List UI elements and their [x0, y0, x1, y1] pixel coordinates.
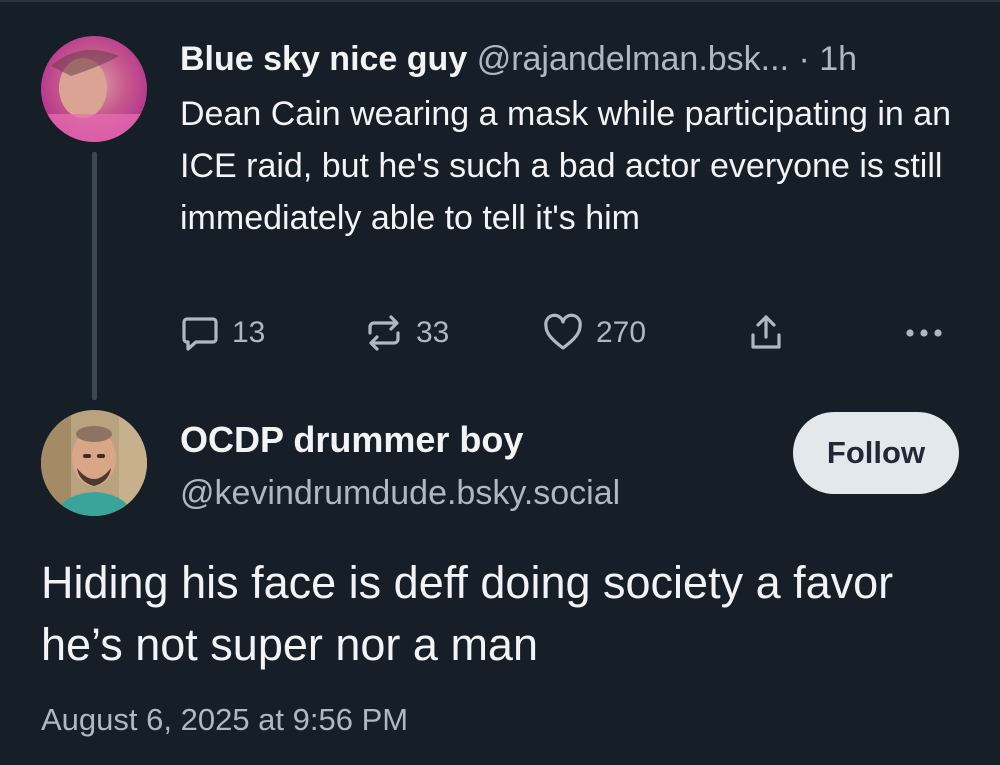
- repost-button[interactable]: 33: [364, 308, 449, 358]
- share-icon: [746, 313, 786, 353]
- parent-post-time[interactable]: 1h: [819, 40, 857, 78]
- parent-post-actions: 13 33 270: [180, 308, 960, 358]
- more-dots-icon: [902, 313, 946, 353]
- reply-post-timestamp: August 6, 2025 at 9:56 PM: [41, 702, 409, 737]
- heart-icon: [542, 313, 584, 353]
- reply-count: 13: [232, 316, 266, 349]
- thread-connector-line: [92, 152, 97, 400]
- repost-icon: [364, 313, 404, 353]
- share-button[interactable]: [746, 308, 786, 358]
- top-divider: [0, 0, 1000, 2]
- follow-button[interactable]: Follow: [793, 412, 959, 494]
- like-count: 270: [596, 316, 647, 349]
- parent-post-header: Blue sky nice guy @rajandelman.bsk... · …: [180, 36, 857, 82]
- reply-button[interactable]: 13: [180, 308, 265, 358]
- parent-author-handle[interactable]: @rajandelman.bsk...: [477, 40, 789, 78]
- reply-author-handle[interactable]: @kevindrumdude.bsky.social: [180, 470, 620, 516]
- like-button[interactable]: 270: [542, 308, 646, 358]
- reply-author-avatar[interactable]: [41, 410, 147, 516]
- parent-author-avatar[interactable]: [41, 36, 147, 142]
- repost-count: 33: [416, 316, 450, 349]
- header-separator: ·: [798, 40, 810, 78]
- reply-post-text: Hiding his face is deff doing society a …: [41, 557, 894, 670]
- reply-author-name[interactable]: OCDP drummer boy: [180, 416, 523, 464]
- parent-post-text: Dean Cain wearing a mask while participa…: [180, 95, 952, 237]
- more-options-button[interactable]: [902, 308, 946, 358]
- reply-bubble-icon: [180, 313, 220, 353]
- parent-author-name[interactable]: Blue sky nice guy: [180, 40, 467, 78]
